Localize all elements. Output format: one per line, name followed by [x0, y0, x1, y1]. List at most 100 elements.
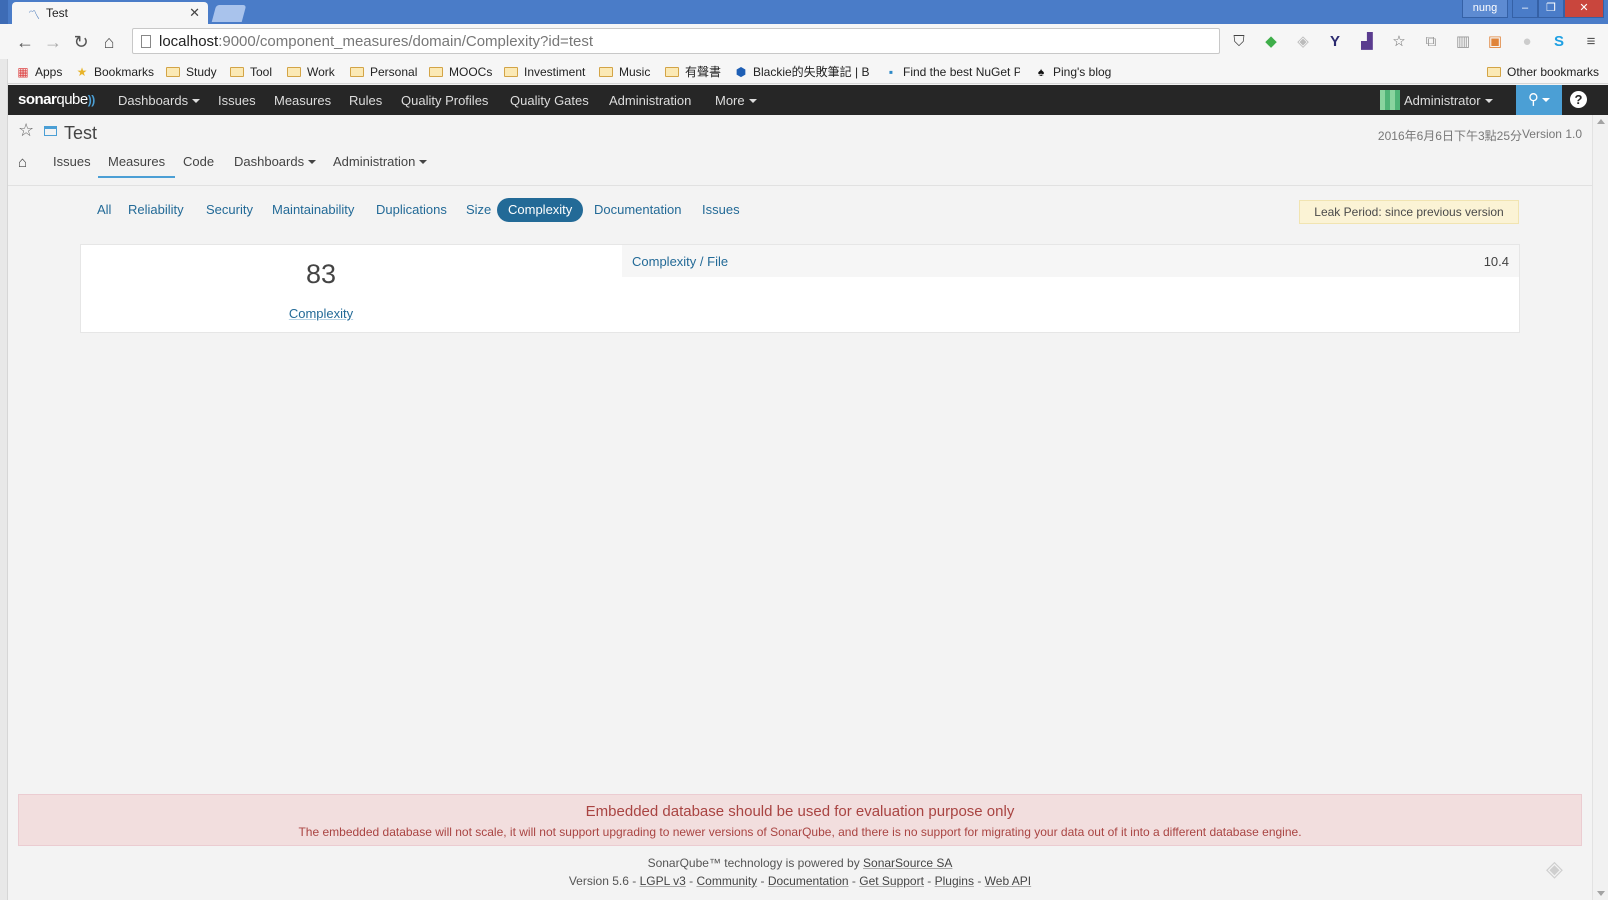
folder-icon — [350, 67, 364, 77]
sonarsource-link[interactable]: SonarSource SA — [863, 856, 952, 870]
browser-tab-active[interactable]: 〽 Test ✕ — [12, 2, 208, 24]
footer-version: Version 5.6 — [568, 874, 629, 888]
project-name[interactable]: Test — [64, 123, 97, 144]
browser-title-bar: 〽 Test ✕ nung – ❐ ✕ — [0, 0, 1608, 24]
forward-arrow-icon[interactable]: → — [42, 31, 64, 53]
embedded-database-warning: Embedded database should be used for eva… — [18, 794, 1582, 846]
vertical-scrollbar[interactable] — [1592, 115, 1608, 900]
domain-tab-reliability[interactable]: Reliability — [117, 198, 195, 222]
footer-documentation-link[interactable]: Documentation — [768, 874, 849, 888]
bookmark-blackie[interactable]: ⬢ Blackie的失敗筆記 | Bl — [734, 62, 870, 82]
footer-links: Version 5.6 - LGPL v3 - Community - Docu… — [568, 874, 1032, 888]
footer-community-link[interactable]: Community — [696, 874, 757, 888]
nav-quality-profiles[interactable]: Quality Profiles — [401, 93, 488, 108]
component-header: ☆ Test 2016年6月6日下午3點25分 Version 1.0 ⌂ Is… — [8, 116, 1592, 186]
skype-icon[interactable]: S — [1548, 31, 1570, 53]
project-version: Version 1.0 — [1521, 127, 1582, 141]
nav-rules[interactable]: Rules — [349, 93, 382, 108]
domain-tab-issues[interactable]: Issues — [691, 198, 751, 222]
pocket-icon[interactable]: ⛉ — [1228, 31, 1250, 53]
bookmark-star-icon[interactable]: ☆ — [1388, 31, 1410, 53]
tab-code[interactable]: Code — [183, 154, 214, 178]
user-menu[interactable]: Administrator — [1380, 90, 1493, 110]
meter-extension-icon[interactable]: ▟ — [1356, 31, 1378, 53]
sonarsource-watermark-icon: ◈ — [1546, 856, 1563, 881]
bookmark-folder-audiobooks[interactable]: 有聲書 — [665, 62, 721, 82]
help-icon[interactable]: ? — [1570, 91, 1587, 108]
folder-icon — [1487, 67, 1501, 77]
evernote-icon[interactable]: ◆ — [1260, 31, 1282, 53]
sonar-extension-icon[interactable]: ◈ — [1292, 31, 1314, 53]
complexity-per-file-link[interactable]: Complexity / File — [632, 254, 728, 269]
tab-issues[interactable]: Issues — [53, 154, 91, 178]
folder-icon — [504, 67, 518, 77]
nav-more[interactable]: More — [715, 93, 757, 108]
bookmark-folder-music[interactable]: Music — [599, 62, 650, 82]
nav-administration[interactable]: Administration — [609, 93, 691, 108]
bookmark-nuget[interactable]: ▪ Find the best NuGet P — [884, 62, 1020, 82]
footer-support-link[interactable]: Get Support — [859, 874, 924, 888]
window-left-edge — [0, 59, 8, 900]
domain-tab-size[interactable]: Size — [455, 198, 502, 222]
reader-extension-icon[interactable]: ▥ — [1452, 31, 1474, 53]
bookmark-apps[interactable]: ▦ Apps — [16, 62, 62, 82]
nav-quality-gates[interactable]: Quality Gates — [510, 93, 589, 108]
chrome-menu-icon[interactable]: ≡ — [1580, 31, 1602, 53]
bookmark-folder-personal[interactable]: Personal — [350, 62, 417, 82]
bookmark-pings-blog[interactable]: ♠ Ping's blog — [1034, 62, 1112, 82]
complexity-value[interactable]: 83 — [81, 259, 561, 290]
url-input[interactable]: localhost:9000/component_measures/domain… — [132, 28, 1220, 54]
feed-extension-icon[interactable]: ▣ — [1484, 31, 1506, 53]
analysis-date: 2016年6月6日下午3點25分 — [1377, 129, 1522, 143]
footer-powered-by: SonarQube™ technology is powered by Sona… — [647, 856, 953, 870]
home-icon[interactable]: ⌂ — [18, 154, 27, 171]
measure-row: Complexity / File 10.4 — [622, 245, 1519, 277]
search-icon[interactable]: ⚲ — [1516, 85, 1562, 115]
sonarqube-global-nav: sonarqube)) Dashboards Issues Measures R… — [8, 85, 1608, 115]
folder-icon — [665, 67, 679, 77]
circle-extension-icon[interactable]: ● — [1516, 31, 1538, 53]
bookmark-folder-study[interactable]: Study — [166, 62, 217, 82]
footer-webapi-link[interactable]: Web API — [985, 874, 1031, 888]
bookmarks-bar: ▦ Apps ★ Bookmarks Study Tool Work Persona… — [0, 59, 1608, 84]
footer-plugins-link[interactable]: Plugins — [935, 874, 974, 888]
bookmark-folder-moocs[interactable]: MOOCs — [429, 62, 492, 82]
bookmark-folder-work[interactable]: Work — [287, 62, 335, 82]
bookmark-folder-tool[interactable]: Tool — [230, 62, 272, 82]
back-arrow-icon[interactable]: ← — [14, 31, 36, 53]
window-close-icon[interactable]: ✕ — [1564, 0, 1604, 18]
domain-tab-maintainability[interactable]: Maintainability — [261, 198, 365, 222]
tab-measures[interactable]: Measures — [98, 154, 176, 178]
complexity-link[interactable]: Complexity — [81, 306, 561, 321]
home-icon[interactable]: ⌂ — [98, 31, 120, 53]
favorite-star-icon[interactable]: ☆ — [18, 120, 34, 141]
folder-icon — [166, 67, 180, 77]
nav-dashboards[interactable]: Dashboards — [118, 93, 201, 108]
page-icon — [141, 35, 151, 48]
restore-icon[interactable]: ❐ — [1538, 0, 1564, 18]
tab-close-icon[interactable]: ✕ — [189, 5, 200, 21]
tab-dashboards[interactable]: Dashboards — [234, 154, 317, 178]
folder-icon — [287, 67, 301, 77]
nav-issues[interactable]: Issues — [218, 93, 256, 108]
footer-license-link[interactable]: LGPL v3 — [640, 874, 686, 888]
domain-tab-security[interactable]: Security — [195, 198, 264, 222]
domain-tab-complexity[interactable]: Complexity — [497, 198, 584, 222]
bookmark-bookmarks[interactable]: ★ Bookmarks — [75, 62, 154, 82]
nav-measures[interactable]: Measures — [274, 93, 331, 108]
y-extension-icon[interactable]: Y — [1324, 31, 1346, 53]
tab-administration[interactable]: Administration — [333, 154, 428, 178]
new-tab-button[interactable] — [211, 5, 247, 22]
sonarqube-favicon-icon: 〽 — [28, 8, 41, 22]
domain-tab-duplications[interactable]: Duplications — [365, 198, 458, 222]
bookmark-folder-investiment[interactable]: Investiment — [504, 62, 585, 82]
bookmark-other[interactable]: Other bookmarks — [1487, 62, 1599, 82]
sonarqube-logo[interactable]: sonarqube)) — [18, 91, 95, 108]
spade-icon: ♠ — [1037, 65, 1045, 79]
minimize-icon[interactable]: – — [1512, 0, 1538, 18]
site-icon: ⬢ — [735, 65, 747, 79]
reload-icon[interactable]: ↻ — [70, 31, 92, 53]
profile-user-badge[interactable]: nung — [1462, 0, 1508, 18]
copy-extension-icon[interactable]: ⧉ — [1420, 31, 1442, 53]
domain-tab-documentation[interactable]: Documentation — [583, 198, 692, 222]
